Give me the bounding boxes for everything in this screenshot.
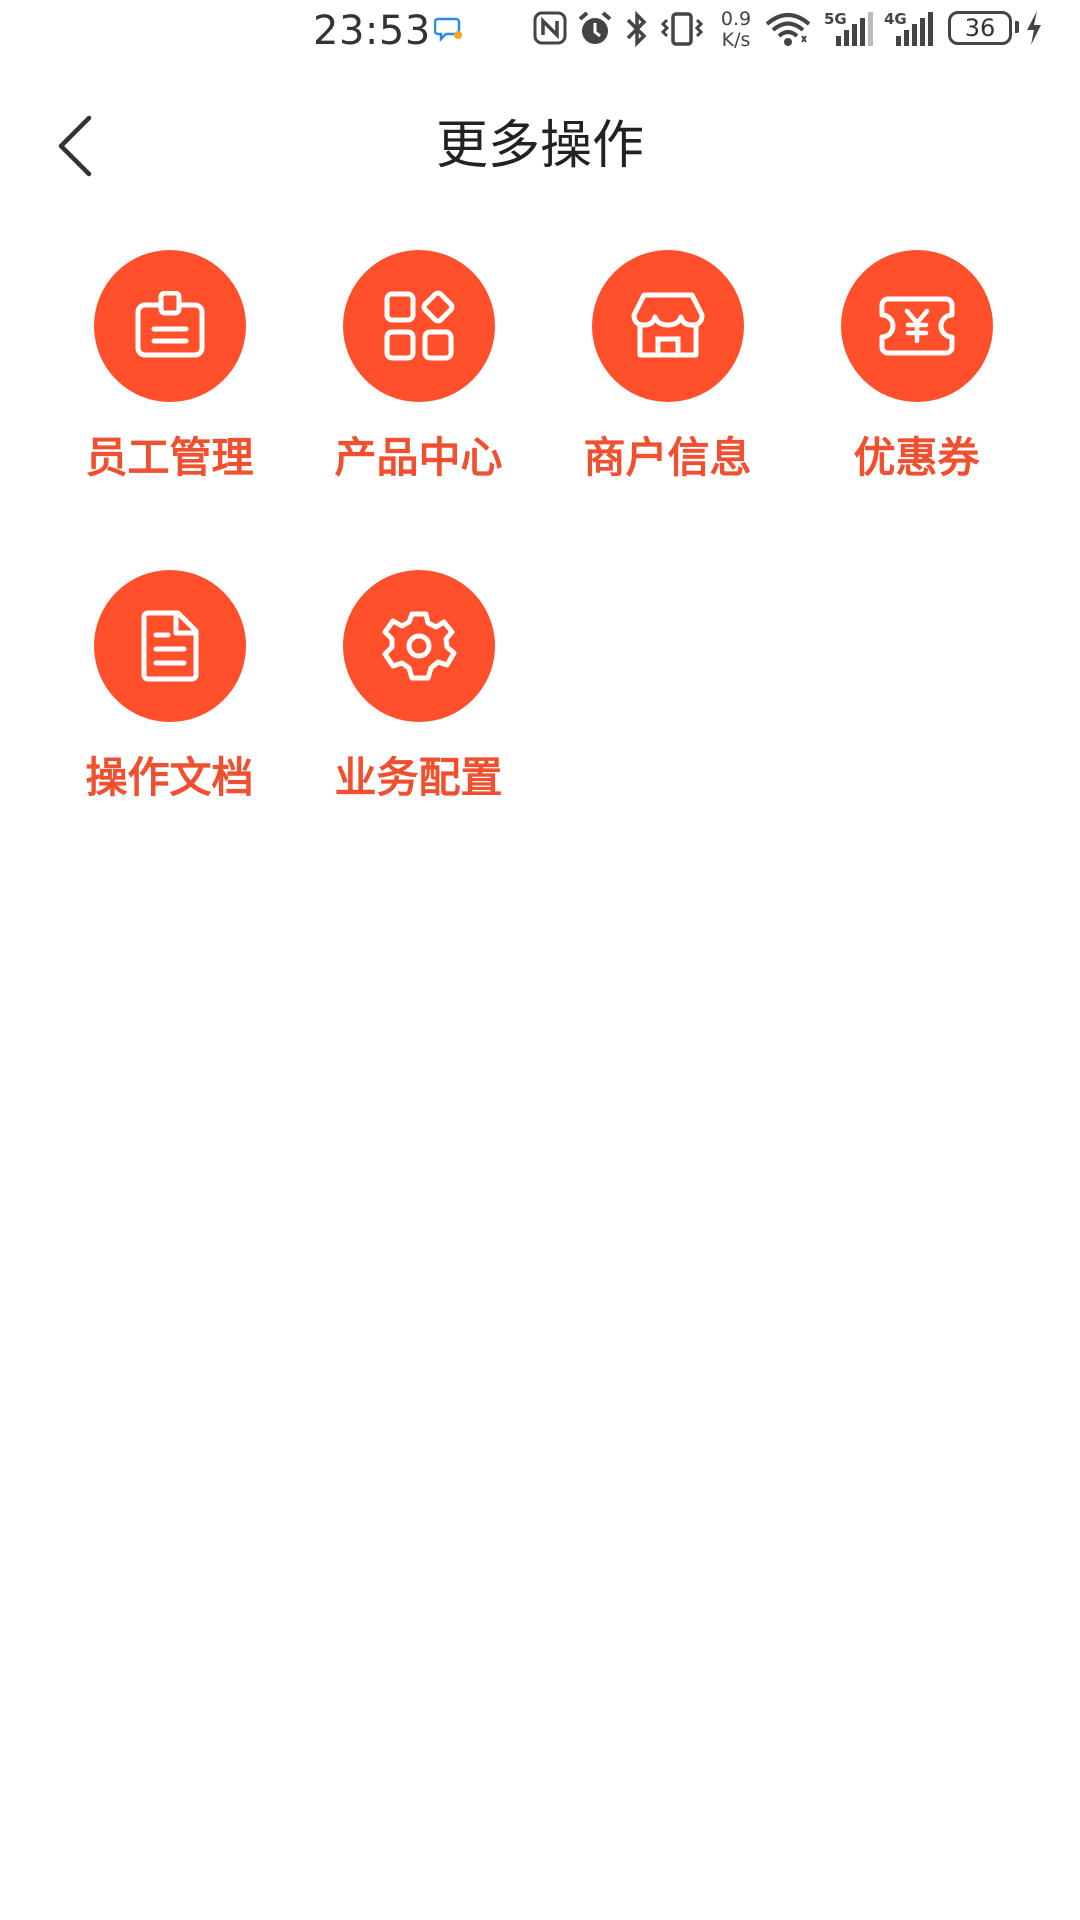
coupon-icon xyxy=(879,296,954,356)
icon-circle xyxy=(342,250,495,402)
operation-docs-item[interactable]: 操作文档 xyxy=(45,570,294,890)
icon-circle xyxy=(93,250,246,402)
operation-docs-label: 操作文档 xyxy=(85,753,254,802)
net-speed-value: 0.9 xyxy=(720,8,752,30)
status-time: 23:53 xyxy=(313,8,431,54)
product-center-item[interactable]: 产品中心 xyxy=(294,250,543,570)
nfc-icon xyxy=(533,11,567,45)
icon-circle xyxy=(591,250,744,402)
business-config-label: 业务配置 xyxy=(334,753,503,802)
net-speed-unit: K/s xyxy=(721,29,751,51)
id-badge-icon xyxy=(135,291,204,358)
bluetooth-icon xyxy=(626,10,647,48)
page-title: 更多操作 xyxy=(435,116,644,176)
grid-row: 员工管理 产品中心 商户信息 优惠券 xyxy=(45,250,1045,570)
chat-notification-icon xyxy=(434,17,462,42)
staff-management-label: 员工管理 xyxy=(85,433,254,482)
wifi-icon xyxy=(765,13,811,46)
coupon-item[interactable]: 优惠券 xyxy=(792,250,1041,570)
battery-icon: 36 xyxy=(948,11,1012,45)
battery-nub xyxy=(1015,21,1019,33)
store-icon xyxy=(631,292,704,358)
battery-level: 36 xyxy=(964,14,996,42)
business-config-item[interactable]: 业务配置 xyxy=(294,570,543,890)
cellular-signal-icon xyxy=(836,12,873,46)
alarm-icon xyxy=(578,11,612,44)
staff-management-item[interactable]: 员工管理 xyxy=(45,250,294,570)
document-icon xyxy=(141,610,198,682)
merchant-info-label: 商户信息 xyxy=(583,433,752,482)
icon-circle xyxy=(342,570,495,722)
vibrate-icon xyxy=(660,12,704,46)
product-center-label: 产品中心 xyxy=(334,433,503,482)
apps-grid-icon xyxy=(384,290,454,361)
coupon-label: 优惠券 xyxy=(853,433,980,482)
nav-header: 更多操作 xyxy=(0,96,1080,196)
status-bar: 23:53 0.9 K/s 5G 4G 36 xyxy=(0,0,1080,62)
cellular-signal-icon xyxy=(896,12,933,46)
merchant-info-item[interactable]: 商户信息 xyxy=(543,250,792,570)
icon-circle xyxy=(93,570,246,722)
net-speed: 0.9 K/s xyxy=(714,9,758,51)
grid-row: 操作文档 业务配置 xyxy=(45,570,1045,890)
charging-icon xyxy=(1027,11,1041,45)
gear-icon xyxy=(382,611,456,681)
action-grid: 员工管理 产品中心 商户信息 优惠券 操作文档 业务配置 xyxy=(45,250,1045,890)
icon-circle xyxy=(840,250,993,402)
